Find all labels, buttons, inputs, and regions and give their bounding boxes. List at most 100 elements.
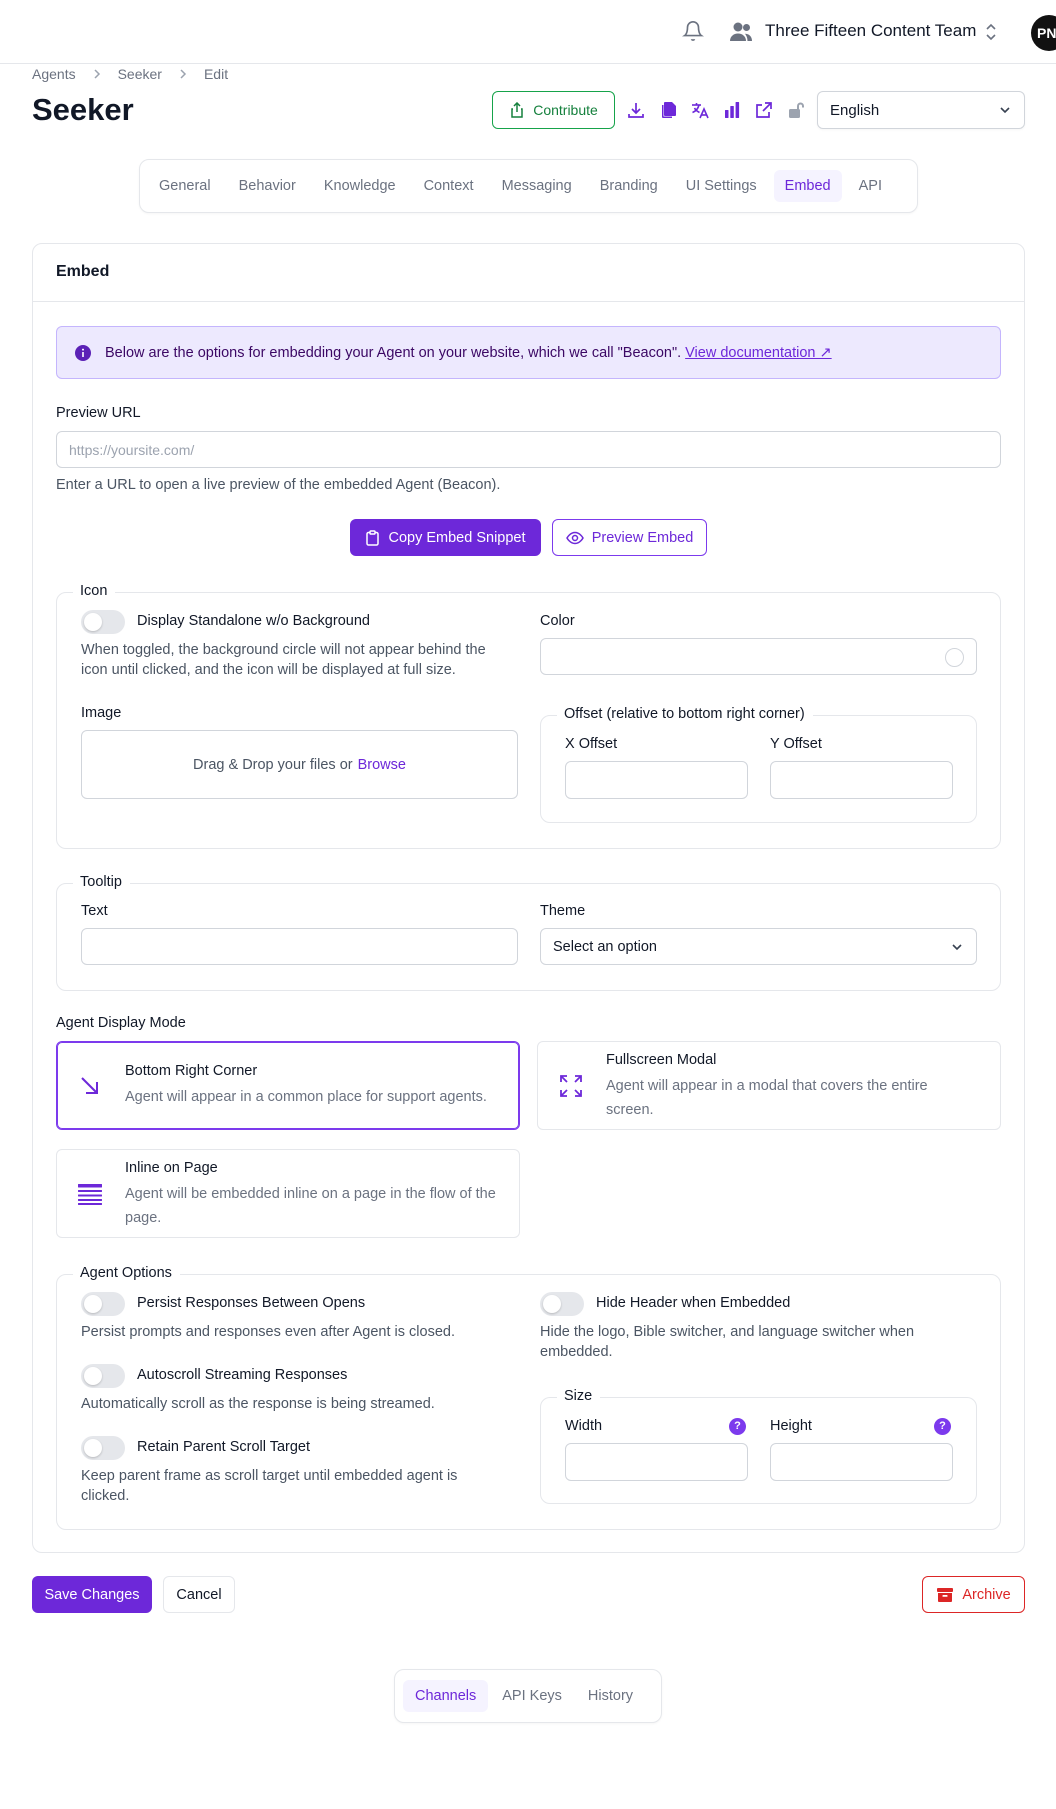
bottom-tabs: Channels API Keys History <box>394 1669 662 1723</box>
height-input[interactable] <box>770 1443 953 1481</box>
hide-header-toggle[interactable] <box>540 1292 584 1316</box>
tab-embed[interactable]: Embed <box>773 170 842 202</box>
retain-scroll-toggle[interactable] <box>81 1436 125 1460</box>
avatar[interactable]: PN <box>1031 15 1056 51</box>
standalone-toggle[interactable] <box>81 610 125 634</box>
breadcrumb-item-seeker[interactable]: Seeker <box>118 66 162 82</box>
size-legend: Size <box>557 1388 601 1404</box>
language-select[interactable]: English <box>817 91 1025 129</box>
offset-fieldset: Offset (relative to bottom right corner)… <box>540 706 977 823</box>
agent-options-fieldset: Agent Options Persist Responses Between … <box>56 1265 1001 1530</box>
external-link-icon[interactable] <box>754 100 774 120</box>
display-mode-inline[interactable]: Inline on Page Agent will be embedded in… <box>56 1149 520 1238</box>
tab-api-keys[interactable]: API Keys <box>490 1680 574 1712</box>
color-swatch-icon <box>945 648 964 667</box>
y-offset-input[interactable] <box>770 761 953 799</box>
tab-api[interactable]: API <box>848 170 893 202</box>
breadcrumb: Agents Seeker Edit <box>32 65 228 83</box>
chevron-down-icon <box>1000 107 1010 114</box>
display-mode-bottom-right[interactable]: Bottom Right Corner Agent will appear in… <box>56 1041 520 1130</box>
top-bar: Three Fifteen Content Team PN <box>0 0 1056 64</box>
mode-desc: Agent will be embedded inline on a page … <box>125 1186 496 1226</box>
tooltip-legend: Tooltip <box>73 874 130 890</box>
tooltip-fieldset: Tooltip Text Theme Select an option <box>56 874 1001 991</box>
unlock-icon[interactable] <box>786 100 806 120</box>
preview-embed-button[interactable]: Preview Embed <box>552 519 707 556</box>
mode-desc: Agent will appear in a common place for … <box>125 1089 487 1105</box>
retain-scroll-help: Keep parent frame as scroll target until… <box>81 1468 458 1504</box>
contribute-button[interactable]: Contribute <box>492 91 615 129</box>
theme-select[interactable]: Select an option <box>540 928 977 965</box>
mode-title: Bottom Right Corner <box>125 1063 258 1079</box>
image-dropzone[interactable]: Drag & Drop your files or Browse <box>81 730 518 799</box>
copy-embed-snippet-label: Copy Embed Snippet <box>388 529 526 546</box>
translate-icon[interactable] <box>690 100 710 120</box>
standalone-help: When toggled, the background circle will… <box>81 642 486 678</box>
autoscroll-help: Automatically scroll as the response is … <box>81 1396 435 1412</box>
tooltip-text-input[interactable] <box>81 928 518 965</box>
inline-lines-icon <box>78 1184 102 1205</box>
clipboard-icon <box>366 529 380 546</box>
chevron-up-down-icon[interactable] <box>984 22 998 42</box>
info-text: Below are the options for embedding your… <box>105 344 682 361</box>
view-documentation-link[interactable]: View documentation ↗ <box>685 345 832 361</box>
embed-card: Embed Below are the options for embeddin… <box>32 243 1025 1553</box>
info-banner: Below are the options for embedding your… <box>56 326 1001 379</box>
mode-desc: Agent will appear in a modal that covers… <box>606 1078 928 1118</box>
tab-branding[interactable]: Branding <box>589 170 669 202</box>
retain-scroll-label: Retain Parent Scroll Target <box>137 1439 311 1455</box>
card-title: Embed <box>33 244 1024 302</box>
save-changes-button[interactable]: Save Changes <box>32 1576 152 1613</box>
cancel-button[interactable]: Cancel <box>163 1576 235 1613</box>
persist-responses-toggle[interactable] <box>81 1292 125 1316</box>
settings-tabs: General Behavior Knowledge Context Messa… <box>139 159 918 213</box>
dropzone-text: Drag & Drop your files or <box>193 756 353 773</box>
width-help-icon[interactable]: ? <box>729 1418 746 1435</box>
autoscroll-label: Autoscroll Streaming Responses <box>137 1367 348 1383</box>
offset-legend: Offset (relative to bottom right corner) <box>557 706 813 722</box>
tab-general[interactable]: General <box>148 170 222 202</box>
share-upload-icon <box>511 102 523 118</box>
bell-icon[interactable] <box>682 20 704 42</box>
height-help-icon[interactable]: ? <box>934 1418 951 1435</box>
tab-knowledge[interactable]: Knowledge <box>313 170 407 202</box>
autoscroll-toggle[interactable] <box>81 1364 125 1388</box>
page-title: Seeker <box>32 92 134 127</box>
icon-fieldset: Icon Display Standalone w/o Background W… <box>56 583 1001 849</box>
width-input[interactable] <box>565 1443 748 1481</box>
analytics-icon[interactable] <box>722 100 742 120</box>
color-input[interactable] <box>540 638 977 675</box>
width-label: Width <box>565 1418 603 1434</box>
tab-ui-settings[interactable]: UI Settings <box>675 170 768 202</box>
team-switcher-label[interactable]: Three Fifteen Content Team <box>765 21 976 41</box>
display-mode-fullscreen[interactable]: Fullscreen Modal Agent will appear in a … <box>537 1041 1001 1130</box>
mode-title: Fullscreen Modal <box>606 1052 717 1068</box>
preview-url-input[interactable]: https://yoursite.com/ <box>56 431 1001 468</box>
tab-context[interactable]: Context <box>413 170 485 202</box>
chevron-right-icon <box>180 69 187 79</box>
download-icon[interactable] <box>626 100 646 120</box>
hide-header-help: Hide the logo, Bible switcher, and langu… <box>540 1324 915 1360</box>
archive-button[interactable]: Archive <box>922 1576 1025 1613</box>
display-mode-label: Agent Display Mode <box>56 1015 186 1031</box>
standalone-label: Display Standalone w/o Background <box>137 613 370 629</box>
tab-channels[interactable]: Channels <box>403 1680 489 1712</box>
contribute-label: Contribute <box>533 102 598 118</box>
copy-icon[interactable] <box>658 100 678 120</box>
chevron-down-icon <box>952 943 962 950</box>
color-label: Color <box>540 613 575 629</box>
x-offset-input[interactable] <box>565 761 748 799</box>
theme-label: Theme <box>540 903 586 919</box>
tab-behavior[interactable]: Behavior <box>228 170 307 202</box>
tab-history[interactable]: History <box>576 1680 645 1712</box>
copy-embed-snippet-button[interactable]: Copy Embed Snippet <box>350 519 541 556</box>
y-offset-label: Y Offset <box>770 736 822 752</box>
arrow-down-right-icon <box>81 1077 98 1094</box>
language-value: English <box>830 101 880 119</box>
archive-box-icon <box>937 1587 954 1602</box>
info-icon <box>75 344 91 361</box>
tooltip-text-label: Text <box>81 903 108 919</box>
browse-link[interactable]: Browse <box>358 757 406 773</box>
breadcrumb-item-agents[interactable]: Agents <box>32 66 76 82</box>
tab-messaging[interactable]: Messaging <box>491 170 583 202</box>
